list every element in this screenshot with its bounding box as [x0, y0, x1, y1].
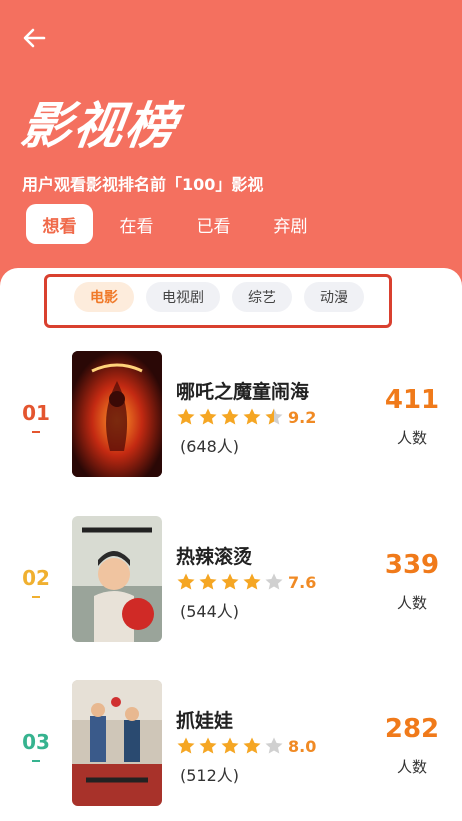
count-label: 人数 [396, 594, 427, 612]
star-empty-icon [265, 737, 283, 754]
list-item[interactable]: 01 哪吒之魔童闹海 9.2 (648人) 411 人数 [0, 351, 462, 479]
star-full-icon [199, 408, 217, 425]
poster-image-successor [72, 680, 162, 806]
star-full-icon [199, 737, 217, 754]
rating-people: (512人) [180, 766, 240, 785]
rank-number: 01 [22, 401, 50, 425]
star-full-icon [243, 408, 261, 425]
star-full-icon [243, 573, 261, 590]
tab-watched[interactable]: 已看 [180, 204, 247, 244]
tab-watching[interactable]: 在看 [103, 204, 170, 244]
movie-title[interactable]: 抓娃娃 [176, 706, 233, 733]
want-count: 411 [384, 385, 440, 415]
rank-dash [32, 596, 40, 598]
filter-variety[interactable]: 综艺 [232, 282, 292, 312]
rank-dash [32, 760, 40, 762]
count-label: 人数 [396, 429, 427, 447]
tab-dropped[interactable]: 弃剧 [257, 204, 324, 244]
rank-dash [32, 431, 40, 433]
star-full-icon [177, 737, 195, 754]
movie-title[interactable]: 热辣滚烫 [176, 542, 252, 569]
status-tabs: 想看 在看 已看 弃剧 [26, 204, 324, 244]
filter-movie[interactable]: 电影 [74, 282, 134, 312]
header-banner: 影视榜 用户观看影视排名前「100」影视 想看 在看 已看 弃剧 [0, 0, 462, 300]
want-count: 339 [384, 550, 440, 580]
filter-tv-series[interactable]: 电视剧 [146, 282, 220, 312]
rating-score: 9.2 [288, 407, 317, 427]
star-rating: 8.0 [176, 736, 316, 756]
poster-image-yolo [72, 516, 162, 642]
star-full-icon [221, 737, 239, 754]
movie-title[interactable]: 哪吒之魔童闹海 [176, 377, 309, 404]
star-full-icon [221, 408, 239, 425]
star-full-icon [177, 573, 195, 590]
poster-image-nezha [72, 351, 162, 477]
star-full-icon [177, 408, 195, 425]
list-item[interactable]: 02 热辣滚烫 7.6 (544人) 339 人数 [0, 516, 462, 644]
ranking-panel: 电影 电视剧 综艺 动漫 01 哪吒之魔童闹海 9.2 (648人) 411 人… [0, 268, 462, 821]
movie-poster[interactable] [72, 351, 162, 477]
rank-number: 02 [22, 566, 50, 590]
filter-anime[interactable]: 动漫 [304, 282, 364, 312]
star-full-icon [221, 573, 239, 590]
star-half-icon [265, 408, 283, 425]
movie-poster[interactable] [72, 680, 162, 806]
rank-number: 03 [22, 730, 50, 754]
count-label: 人数 [396, 758, 427, 776]
star-full-icon [199, 573, 217, 590]
category-filters: 电影 电视剧 综艺 动漫 [74, 282, 364, 312]
page-subtitle: 用户观看影视排名前「100」影视 [22, 175, 264, 194]
rating-people: (544人) [180, 602, 240, 621]
rating-score: 8.0 [288, 736, 317, 756]
star-rating: 9.2 [176, 407, 316, 427]
back-arrow-icon[interactable] [18, 22, 50, 54]
list-item[interactable]: 03 抓娃娃 8.0 (512人) 282 人数 [0, 680, 462, 808]
star-full-icon [243, 737, 261, 754]
rating-score: 7.6 [288, 572, 317, 592]
want-count: 282 [384, 714, 440, 744]
rating-people: (648人) [180, 437, 240, 456]
page-title: 影视榜 [17, 97, 182, 155]
movie-poster[interactable] [72, 516, 162, 642]
star-empty-icon [265, 573, 283, 590]
tab-want[interactable]: 想看 [26, 204, 93, 244]
star-rating: 7.6 [176, 572, 316, 592]
